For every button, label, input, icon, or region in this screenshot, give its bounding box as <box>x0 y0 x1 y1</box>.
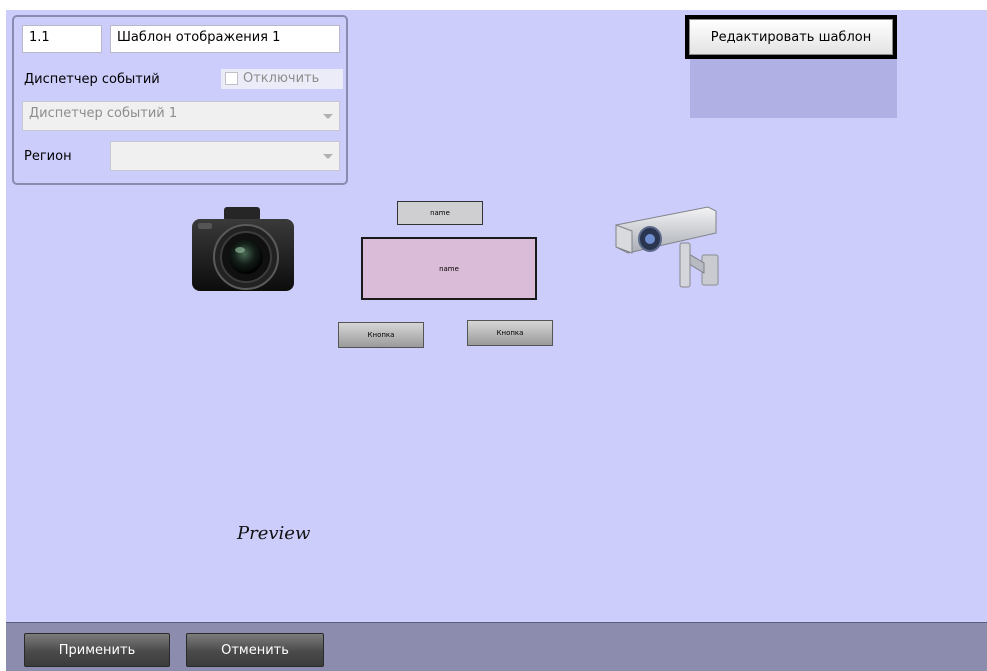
event-manager-select[interactable]: Диспетчер событий 1 <box>22 101 340 131</box>
disable-checkbox-group[interactable]: Отключить <box>221 69 343 89</box>
edit-button-shadow <box>690 55 897 118</box>
cancel-button[interactable]: Отменить <box>186 633 324 667</box>
template-name-field[interactable]: Шаблон отображения 1 <box>110 25 340 53</box>
chevron-down-icon <box>323 154 333 159</box>
event-manager-select-value: Диспетчер событий 1 <box>29 106 178 121</box>
preview-button-2[interactable]: Кнопка <box>467 320 553 346</box>
cctv-camera-icon <box>615 206 719 288</box>
id-field[interactable]: 1.1 <box>22 25 102 53</box>
name-box-element: name <box>361 237 537 300</box>
edit-template-button[interactable]: Редактировать шаблон <box>689 19 893 55</box>
settings-panel: 1.1 Шаблон отображения 1 Диспетчер событ… <box>12 15 348 185</box>
preview-button-1[interactable]: Кнопка <box>338 322 424 348</box>
event-manager-label: Диспетчер событий <box>24 72 160 87</box>
disable-label: Отключить <box>243 71 320 86</box>
name-text-element: name <box>397 201 483 225</box>
region-select[interactable] <box>110 141 340 171</box>
photo-camera-icon <box>192 207 294 291</box>
region-label: Регион <box>24 149 72 164</box>
chevron-down-icon <box>323 114 333 119</box>
preview-caption: Preview <box>237 523 311 544</box>
apply-button[interactable]: Применить <box>24 633 170 667</box>
disable-checkbox[interactable] <box>225 72 238 85</box>
edit-template-button-frame: Редактировать шаблон <box>685 15 897 59</box>
